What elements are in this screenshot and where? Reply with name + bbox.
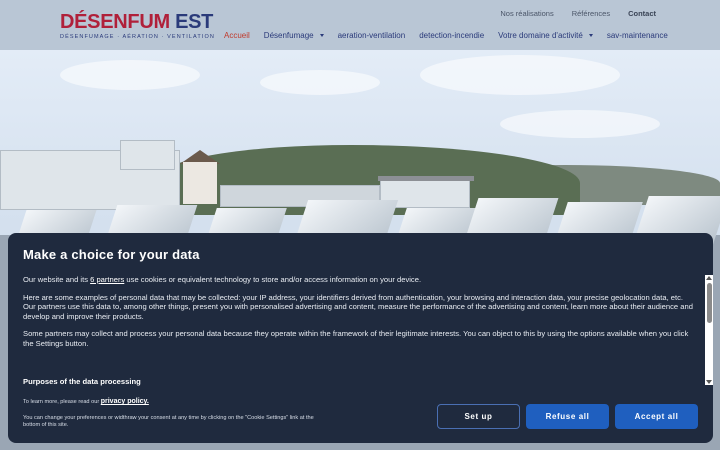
chevron-down-icon bbox=[588, 34, 593, 37]
scroll-down-icon[interactable] bbox=[706, 380, 712, 384]
consent-paragraph-usage: Our partners use this data to, among oth… bbox=[23, 302, 693, 321]
consent-title: Make a choice for your data bbox=[23, 247, 200, 262]
scroll-thumb[interactable] bbox=[706, 283, 712, 323]
top-links: Nos réalisations Références Contact bbox=[500, 9, 656, 18]
purposes-heading[interactable]: Purposes of the data processing bbox=[23, 377, 141, 387]
consent-paragraph-legitimate-interest: Some partners may collect and process yo… bbox=[23, 329, 689, 348]
accept-all-button[interactable]: Accept all bbox=[615, 404, 698, 429]
nav-item-desenfumage[interactable]: Désenfumage bbox=[264, 31, 324, 40]
logo[interactable]: DÉSENFUM EST DÉSENFUMAGE · AÉRATION · VE… bbox=[60, 12, 215, 40]
consent-paragraph-intro: Our website and its 6 partners use cooki… bbox=[23, 275, 422, 284]
nav-item-detection-incendie[interactable]: detection-incendie bbox=[419, 31, 484, 40]
link-references[interactable]: Références bbox=[572, 9, 610, 18]
scroll-up-icon[interactable] bbox=[706, 276, 712, 280]
learn-more-text: To learn more, please read our privacy p… bbox=[23, 398, 149, 405]
consent-text-area[interactable]: Our website and its 6 partners use cooki… bbox=[23, 275, 695, 387]
nav-item-domaine-activite[interactable]: Votre domaine d'activité bbox=[498, 31, 593, 40]
partners-link[interactable]: 6 partners bbox=[90, 275, 124, 284]
link-contact[interactable]: Contact bbox=[628, 9, 656, 18]
change-preferences-text: You can change your preferences or width… bbox=[23, 414, 314, 429]
cookie-consent-dialog: Make a choice for your data Our website … bbox=[8, 233, 713, 443]
link-realisations[interactable]: Nos réalisations bbox=[500, 9, 553, 18]
consent-buttons: Set up Refuse all Accept all bbox=[437, 404, 698, 429]
main-nav: Accueil Désenfumage aeration-ventilation… bbox=[224, 31, 668, 40]
consent-footnote: To learn more, please read our privacy p… bbox=[23, 398, 323, 430]
privacy-policy-link[interactable]: privacy policy. bbox=[101, 398, 149, 405]
consent-paragraph-examples: Here are some examples of personal data … bbox=[23, 292, 684, 302]
logo-tagline: DÉSENFUMAGE · AÉRATION · VENTILATION bbox=[60, 34, 215, 40]
setup-button[interactable]: Set up bbox=[437, 404, 520, 429]
refuse-all-button[interactable]: Refuse all bbox=[526, 404, 609, 429]
site-header: DÉSENFUM EST DÉSENFUMAGE · AÉRATION · VE… bbox=[0, 0, 720, 50]
consent-scrollbar[interactable] bbox=[705, 275, 713, 385]
nav-item-aeration-ventilation[interactable]: aeration-ventilation bbox=[338, 31, 406, 40]
logo-wordmark: DÉSENFUM EST bbox=[60, 11, 214, 33]
chevron-down-icon bbox=[319, 34, 324, 37]
nav-item-sav-maintenance[interactable]: sav-maintenance bbox=[607, 31, 668, 40]
nav-item-accueil[interactable]: Accueil bbox=[224, 31, 250, 40]
